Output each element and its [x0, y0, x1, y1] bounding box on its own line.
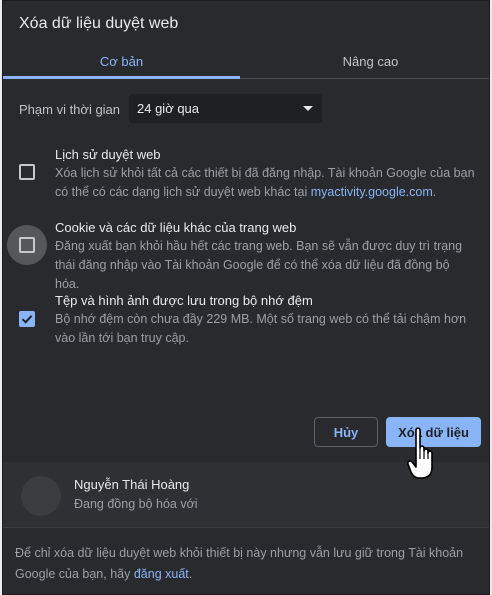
checkmark-icon — [21, 315, 33, 324]
hand-pointer-icon — [407, 427, 433, 479]
cookies-option-title: Cookie và các dữ liệu khác của trang web — [55, 220, 297, 235]
footer-note: Để chỉ xóa dữ liệu duyệt web khỏi thiết … — [15, 543, 481, 585]
footer-text: Để chỉ xóa dữ liệu duyệt web khỏi thiết … — [15, 546, 464, 581]
tab-bar: Cơ bản Nâng cao — [3, 45, 489, 79]
cache-option-title: Tệp và hình ảnh được lưu trong bộ nhớ đệ… — [55, 293, 313, 308]
cancel-button[interactable]: Hủy — [314, 417, 378, 447]
myactivity-link[interactable]: myactivity.google.com — [311, 185, 433, 199]
tab-basic[interactable]: Cơ bản — [3, 45, 240, 78]
cookies-option-description: Đăng xuất bạn khỏi hầu hết các trang web… — [55, 239, 463, 291]
history-checkbox[interactable] — [19, 164, 35, 180]
tab-advanced[interactable]: Nâng cao — [252, 45, 489, 78]
sign-out-link[interactable]: đăng xuất — [134, 567, 189, 581]
footer-suffix: . — [188, 567, 193, 581]
history-option-title: Lịch sử duyệt web — [55, 147, 161, 162]
time-range-label: Phạm vi thời gian — [19, 102, 121, 117]
time-range-dropdown[interactable]: 24 giờ qua — [129, 94, 322, 123]
footer-divider — [3, 527, 489, 528]
caret-down-icon — [303, 106, 313, 111]
avatar — [21, 476, 61, 516]
history-option-description: Xóa lịch sử khỏi tất cả các thiết bị đã … — [55, 164, 475, 202]
sync-status: Đang đồng bộ hóa với — [74, 497, 198, 511]
cache-checkbox[interactable] — [19, 311, 35, 327]
history-desc-suffix: . — [432, 185, 437, 199]
dialog-title: Xóa dữ liệu duyệt web — [19, 15, 179, 32]
active-tab-indicator — [3, 76, 240, 79]
clear-browsing-data-dialog: Xóa dữ liệu duyệt web Cơ bản Nâng cao Ph… — [2, 0, 490, 595]
time-range-value: 24 giờ qua — [137, 101, 200, 116]
account-name: Nguyễn Thái Hoàng — [74, 477, 190, 492]
cookies-checkbox[interactable] — [19, 237, 35, 253]
cache-option-description: Bộ nhớ đệm còn chưa đầy 229 MB. Một số t… — [55, 312, 467, 345]
